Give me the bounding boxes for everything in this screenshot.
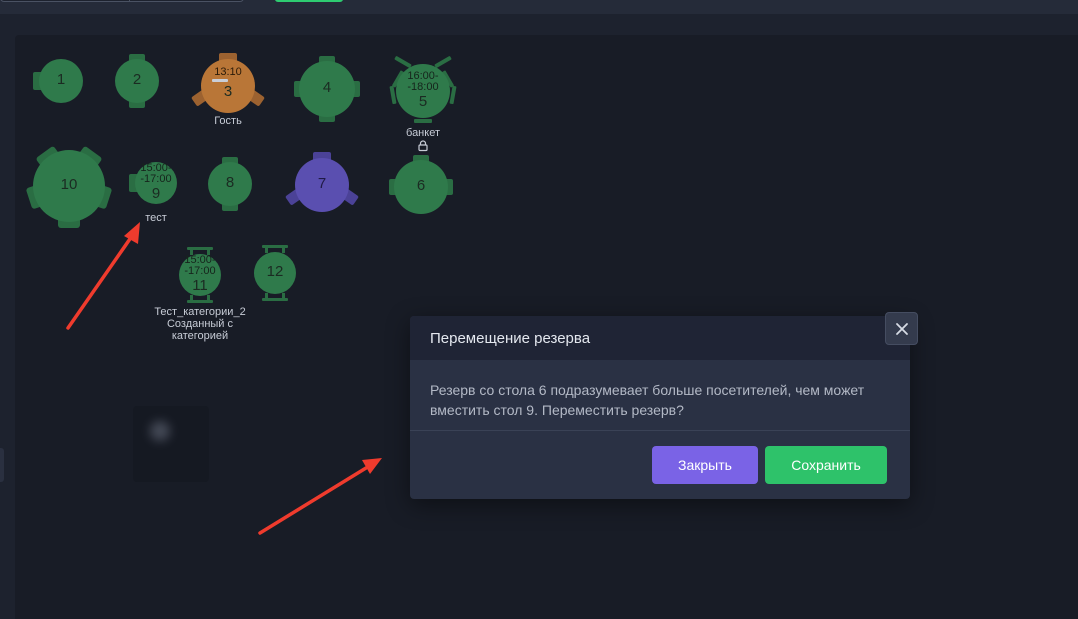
annotation-arrows	[66, 222, 382, 535]
arrow-to-table-9	[66, 222, 140, 330]
arrow-to-dialog	[258, 458, 382, 535]
